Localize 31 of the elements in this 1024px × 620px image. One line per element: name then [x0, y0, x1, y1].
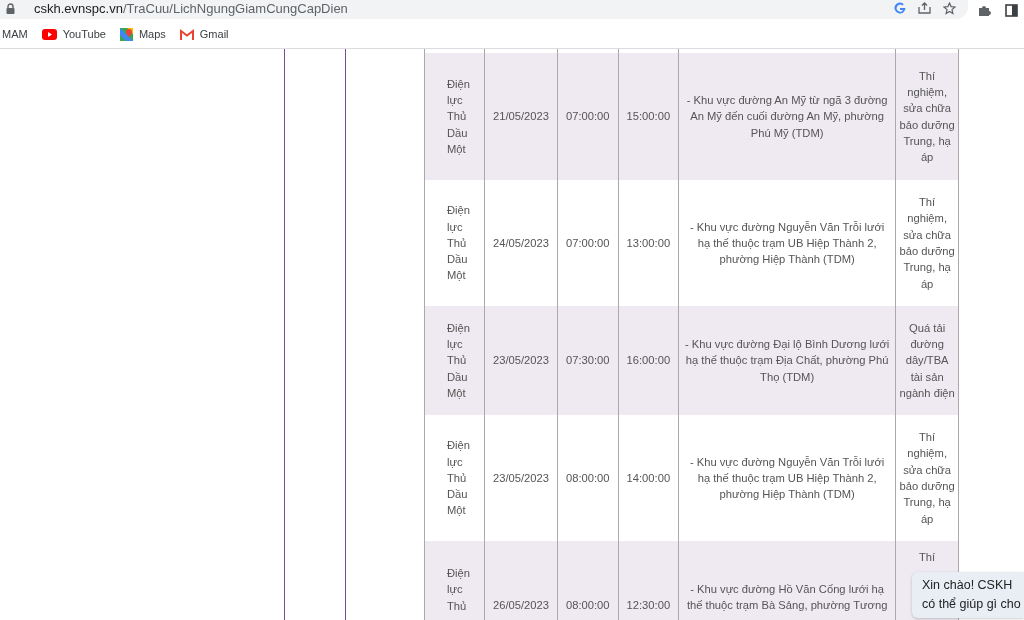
start-time-cell: 07:30:00	[557, 306, 619, 415]
reason-cell: Thí nghiệm, sửa chữa bảo dưỡng Trung, hạ áp	[895, 53, 959, 180]
start-time-cell: 08:00:00	[557, 541, 619, 620]
district-cell: Điện lực Thủ	[424, 541, 485, 620]
side-panel-icon[interactable]	[1005, 3, 1018, 17]
google-icon[interactable]	[894, 2, 906, 14]
bookmark-link[interactable]: MAM	[2, 28, 28, 40]
date-cell: 26/05/2023	[484, 541, 558, 620]
youtube-icon	[41, 28, 57, 40]
reason-cell: Quá tải đường dây/TBA tài sản ngành điện	[895, 306, 959, 415]
bookmark-link[interactable]: Maps	[138, 28, 166, 40]
end-time-cell: 12:30:00	[618, 541, 679, 620]
star-icon[interactable]	[943, 1, 956, 15]
date-cell: 23/05/2023	[484, 306, 558, 415]
area-cell: - Khu vực đường Đại lộ Bình Dương lưới hạ thế thuộc trạm Địa Chất, phường Phú Thọ (TDM)	[678, 306, 896, 415]
share-icon[interactable]	[918, 2, 931, 14]
puzzle-icon[interactable]	[978, 3, 991, 17]
map-pin-icon	[119, 27, 133, 41]
district-cell: Điện lực Thủ Dầu Một	[424, 53, 485, 180]
date-cell: 21/05/2023	[484, 53, 558, 180]
bookmark-link[interactable]: Gmail	[199, 28, 229, 40]
end-time-cell: 15:00:00	[618, 53, 679, 180]
chat-bubble[interactable]: Xin chào! CSKH có thể giúp gì cho	[912, 572, 1024, 618]
mail-icon	[179, 28, 194, 40]
area-cell: - Khu vực đường An Mỹ từ ngã 3 đường An Mỹ đến cuối đường An Mỹ, phường Phú Mỹ (TDM)	[678, 53, 896, 180]
lock-icon	[6, 2, 15, 14]
area-cell: - Khu vực đường Hồ Văn Cống lưới hạ thế thuộc trạm Bà Sảng, phường Tương	[678, 541, 896, 620]
district-cell: Điện lực Thủ Dầu Một	[424, 306, 485, 415]
start-time-cell: 07:00:00	[557, 53, 619, 180]
bookmark-link[interactable]: YouTube	[62, 28, 106, 40]
end-time-cell: 16:00:00	[618, 306, 679, 415]
